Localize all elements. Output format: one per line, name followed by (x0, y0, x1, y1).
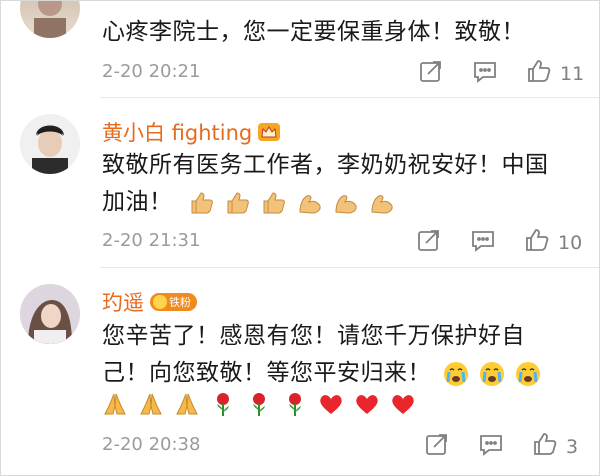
rose-emoji (244, 389, 274, 419)
avatar[interactable] (20, 284, 80, 344)
crying-face-emoji (441, 359, 471, 389)
comment-text: 致敬所有医务工作者，李奶奶祝安好！中国 加油！ (102, 147, 562, 221)
comment-text: 心疼李院士，您一定要保重身体！致敬！ (102, 19, 525, 45)
thumbs-up-icon (524, 227, 550, 258)
comment-text: 您辛苦了！感恩有您！请您千万保护好自 己！向您致敬！等您平安归来！ (102, 318, 562, 392)
timestamp: 2-20 21:31 (102, 230, 201, 251)
thumbs-up-icon (526, 58, 552, 89)
like-button[interactable]: 11 (526, 58, 584, 89)
timestamp: 2-20 20:21 (102, 61, 201, 82)
red-heart-emoji (388, 389, 418, 419)
fan-badge: 铁粉 (150, 293, 197, 311)
like-count: 10 (558, 231, 583, 254)
share-icon (424, 431, 450, 462)
comment-icon (478, 431, 504, 462)
folded-hands-emoji (136, 389, 166, 419)
flexed-biceps-emoji (367, 188, 397, 218)
fan-level-icon (153, 295, 167, 309)
like-count: 3 (566, 435, 579, 458)
username[interactable]: 黄小白 fighting (102, 117, 252, 147)
crying-face-emoji (513, 359, 543, 389)
share-icon (418, 58, 444, 89)
reply-button[interactable] (470, 227, 496, 258)
red-heart-emoji (352, 389, 382, 419)
username[interactable]: 玓遥 (102, 287, 144, 317)
divider (100, 267, 600, 268)
red-heart-emoji (316, 389, 346, 419)
emoji-row (100, 389, 418, 419)
rose-emoji (280, 389, 310, 419)
flexed-biceps-emoji (295, 188, 325, 218)
comment-icon (472, 58, 498, 89)
like-button[interactable]: 10 (524, 227, 582, 258)
divider (100, 97, 600, 98)
reply-button[interactable] (472, 58, 498, 89)
share-button[interactable] (416, 227, 442, 258)
timestamp: 2-20 20:38 (102, 434, 201, 455)
share-icon (416, 227, 442, 258)
like-button[interactable]: 3 (532, 431, 578, 462)
thumbs-up-emoji (223, 188, 253, 218)
folded-hands-emoji (100, 389, 130, 419)
rose-emoji (208, 389, 238, 419)
reply-button[interactable] (478, 431, 504, 462)
folded-hands-emoji (172, 389, 202, 419)
share-button[interactable] (424, 431, 450, 462)
crown-icon (258, 123, 281, 141)
flexed-biceps-emoji (331, 188, 361, 218)
share-button[interactable] (418, 58, 444, 89)
thumbs-up-emoji (259, 188, 289, 218)
thumbs-up-icon (532, 431, 558, 462)
crying-face-emoji (477, 359, 507, 389)
username-row: 黄小白 fighting (102, 117, 281, 147)
avatar[interactable] (20, 114, 80, 174)
like-count: 11 (560, 62, 585, 85)
comment-icon (470, 227, 496, 258)
username-row: 玓遥 铁粉 (102, 287, 197, 317)
avatar[interactable] (20, 0, 80, 38)
thumbs-up-emoji (187, 188, 217, 218)
